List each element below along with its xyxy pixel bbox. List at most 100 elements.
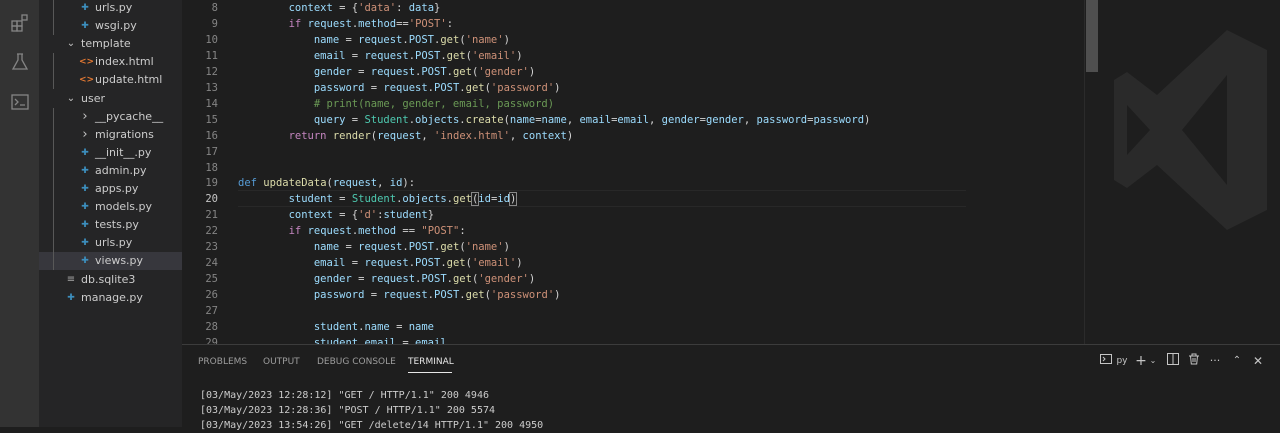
code-token: create [465, 113, 504, 126]
code-token: POST [415, 49, 441, 62]
code-editor[interactable]: 8 9 10 11 12 13 14 15 16 17 18 19 20 21 22 23 24 25 26 27 28… [182, 0, 1280, 344]
close-icon[interactable]: ✕ [1252, 353, 1264, 369]
code-token: , [566, 113, 580, 126]
code-line[interactable]: query = Student.objects.create(name=name… [238, 112, 870, 128]
python-file-icon: ✚ [81, 202, 89, 213]
code-line[interactable]: gender = request.POST.get('gender') [238, 271, 535, 287]
code-line[interactable]: password = request.POST.get('password') [238, 287, 561, 303]
code-token: if [288, 225, 302, 238]
terminal-shell-icon[interactable] [1100, 353, 1112, 369]
file-item[interactable]: ✚ models.py [39, 198, 182, 217]
code-line[interactable]: if request.method == "POST": [238, 223, 466, 239]
file-item[interactable]: <> update.html [39, 71, 182, 90]
code-token: ) [516, 257, 523, 270]
code-token: name [408, 321, 435, 333]
file-item[interactable]: ✚ views.py [39, 252, 182, 271]
code-line[interactable]: name = request.POST.get('name') [238, 239, 510, 255]
ellipsis-icon[interactable]: ··· [1208, 353, 1222, 369]
chevron-down-icon[interactable]: ⌄ [1148, 353, 1158, 369]
tree-item-label: views.py [95, 254, 144, 268]
code-token: objects [402, 193, 447, 206]
code-token: method [358, 17, 397, 30]
code-line[interactable]: student.email = email [238, 335, 447, 344]
code-token: request [370, 65, 416, 78]
code-token: Student [364, 113, 409, 126]
file-item[interactable]: ✚ __init__.py [39, 143, 182, 162]
code-line[interactable]: # print(name, gender, email, password) [238, 96, 554, 112]
code-line[interactable]: email = request.POST.get('email') [238, 255, 523, 271]
active-tab-indicator [408, 372, 452, 373]
code-line[interactable]: gender = request.POST.get('gender') [238, 64, 535, 80]
code-line[interactable]: context = {'d':student} [238, 207, 434, 223]
code-token: id [497, 193, 510, 206]
file-item[interactable]: ✚ tests.py [39, 216, 182, 235]
line-number: 13 [205, 81, 218, 94]
file-item[interactable]: ✚ urls.py [39, 0, 182, 17]
code-token: render [332, 129, 371, 142]
code-token: get [446, 257, 466, 270]
tree-item-label: models.py [95, 200, 152, 214]
code-token: } [434, 2, 441, 14]
file-item[interactable]: ✚ urls.py [39, 234, 182, 253]
code-token: name [541, 113, 567, 126]
code-line[interactable]: student = Student.objects.get(id=id) [238, 191, 518, 207]
chevron-up-icon[interactable]: ⌃ [1231, 353, 1243, 369]
code-token: objects [415, 113, 460, 126]
code-line[interactable]: if request.method=='POST': [238, 16, 453, 32]
indent-guide [53, 216, 54, 235]
code-line[interactable]: email = request.POST.get('email') [238, 48, 523, 64]
file-item[interactable]: ✚ manage.py [39, 289, 182, 307]
python-file-icon: ✚ [81, 21, 89, 32]
folder-item[interactable]: ⌄ user [39, 90, 182, 108]
code-token: POST [434, 289, 460, 302]
tab-terminal[interactable]: TERMINAL [408, 355, 454, 369]
file-item[interactable]: ≡ db.sqlite3 [39, 271, 182, 289]
code-token: "POST" [421, 225, 460, 238]
indent-guide [53, 0, 54, 17]
terminal-icon[interactable] [0, 87, 39, 117]
code-line[interactable]: name = request.POST.get('name') [238, 32, 510, 48]
split-icon[interactable] [1167, 353, 1179, 369]
trash-icon[interactable] [1188, 353, 1200, 369]
tab-output[interactable]: OUTPUT [263, 355, 300, 369]
code-token: 'index.html' [434, 129, 510, 142]
code-token: ) [528, 65, 536, 78]
code-token: gender [313, 65, 352, 78]
code-token: : [446, 17, 454, 30]
file-item[interactable]: ✚ wsgi.py [39, 17, 182, 36]
code-token: name [364, 321, 390, 333]
code-token: ) [554, 81, 561, 94]
code-line[interactable]: return render(request, 'index.html', con… [238, 128, 574, 144]
file-item[interactable]: ✚ apps.py [39, 180, 182, 198]
folder-item[interactable]: › __pycache__ [39, 107, 182, 126]
chevron-right-icon: › [82, 126, 88, 142]
code-token: == [396, 17, 409, 30]
code-token: updateData [263, 177, 327, 190]
file-item[interactable]: <> index.html [39, 53, 182, 72]
code-line[interactable]: student.name = name [238, 319, 434, 335]
add-icon[interactable]: + [1135, 353, 1147, 369]
tab-debug-console[interactable]: DEBUG CONSOLE [317, 355, 396, 369]
extensions-icon[interactable] [0, 8, 39, 38]
python-file-icon: ✚ [81, 3, 89, 13]
code-token: = [389, 321, 409, 333]
file-item[interactable]: ✚ admin.py [39, 161, 182, 180]
code-token: : [459, 225, 466, 238]
code-token: data [408, 2, 435, 14]
tab-problems[interactable]: PROBLEMS [198, 355, 247, 369]
line-number: 25 [205, 273, 218, 286]
terminal-shell-label[interactable]: py [1115, 353, 1129, 369]
beaker-icon[interactable] [0, 47, 39, 77]
code-token: get [440, 241, 460, 254]
folder-item[interactable]: › migrations [39, 125, 182, 144]
terminal-line: [03/May/2023 12:28:12] "GET / HTTP/1.1" … [200, 390, 489, 401]
editor-scrollbar-thumb[interactable] [1086, 0, 1098, 72]
code-token: = { [332, 209, 359, 222]
database-file-icon: ≡ [66, 273, 76, 285]
folder-item[interactable]: ⌄ template [39, 35, 182, 53]
code-line[interactable]: password = request.POST.get('password') [238, 80, 561, 96]
code-line[interactable]: context = {'data': data} [238, 0, 441, 16]
code-line[interactable]: def updateData(request, id): [238, 175, 415, 191]
indent-guide [53, 161, 54, 180]
